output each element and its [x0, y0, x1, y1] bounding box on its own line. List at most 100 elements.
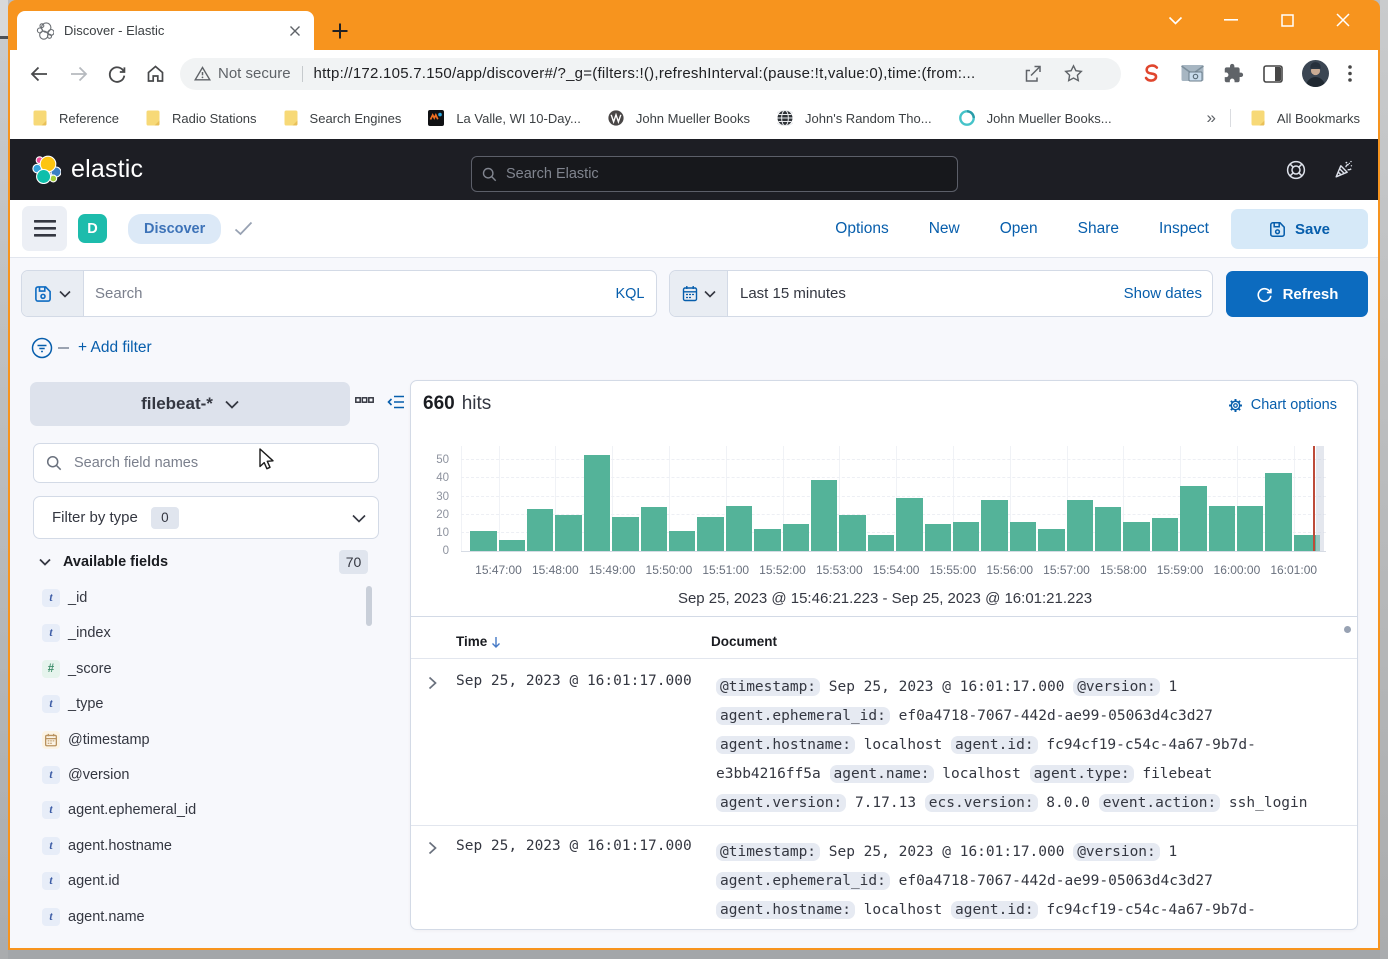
extension-mail-icon[interactable]	[1181, 64, 1204, 83]
expand-row-icon[interactable]	[428, 841, 437, 855]
home-button[interactable]	[138, 57, 172, 91]
share-icon[interactable]	[1022, 64, 1042, 84]
bookmark-item[interactable]: John Mueller Books...	[959, 110, 1112, 126]
browser-menu-icon[interactable]	[1348, 65, 1352, 82]
histogram-bar[interactable]	[470, 531, 497, 551]
expand-row-icon[interactable]	[428, 676, 437, 690]
field-item-agent.ephemeral_id[interactable]: tagent.ephemeral_id	[42, 798, 196, 822]
filter-circle-icon[interactable]	[31, 337, 53, 359]
histogram-bar[interactable]	[925, 524, 952, 551]
bookmark-item[interactable]: John's Random Tho...	[777, 110, 932, 126]
collapse-sidebar-icon[interactable]	[387, 395, 405, 409]
histogram-bar[interactable]	[612, 517, 639, 551]
discover-app-badge[interactable]: D	[78, 214, 107, 243]
histogram-bar[interactable]	[1180, 486, 1207, 551]
address-bar[interactable]: Not secure http://172.105.7.150/app/disc…	[180, 58, 1121, 90]
menu-hamburger-icon[interactable]	[22, 206, 67, 251]
field-item-_score[interactable]: #_score	[42, 657, 112, 681]
options-link[interactable]: Options	[835, 220, 888, 238]
bookmark-item[interactable]: La Valle, WI 10-Day...	[428, 110, 581, 126]
elastic-logo-icon[interactable]	[31, 155, 61, 184]
histogram-bar[interactable]	[953, 522, 980, 551]
chart-options-button[interactable]: Chart options	[1228, 397, 1337, 413]
refresh-button[interactable]: Refresh	[1226, 271, 1368, 317]
histogram-bar[interactable]	[1038, 529, 1065, 551]
histogram-bar[interactable]	[697, 517, 724, 551]
new-tab-button[interactable]	[330, 21, 350, 41]
field-search-input[interactable]: Search field names	[33, 443, 379, 483]
histogram-bar[interactable]	[1265, 473, 1292, 551]
histogram-bar[interactable]	[896, 498, 923, 551]
field-item-_id[interactable]: t_id	[42, 586, 87, 610]
date-quick-menu-button[interactable]	[670, 271, 728, 316]
histogram-bar[interactable]	[1123, 522, 1150, 551]
bookmark-item[interactable]: Radio Stations	[146, 110, 257, 126]
field-item-agent.name[interactable]: tagent.name	[42, 905, 145, 929]
new-link[interactable]: New	[929, 220, 960, 238]
table-scrollbar[interactable]	[1344, 626, 1351, 633]
histogram-bar[interactable]	[754, 529, 781, 551]
field-item-_type[interactable]: t_type	[42, 692, 103, 716]
profile-avatar[interactable]	[1302, 60, 1329, 87]
back-button[interactable]	[22, 57, 56, 91]
histogram-bar[interactable]	[839, 515, 866, 551]
help-icon[interactable]	[1286, 160, 1306, 180]
index-pattern-switcher[interactable]: filebeat-*	[30, 382, 350, 426]
tab-close-icon[interactable]	[286, 22, 304, 40]
forward-button[interactable]	[62, 57, 96, 91]
inspect-link[interactable]: Inspect	[1159, 220, 1209, 238]
histogram-bar[interactable]	[555, 515, 582, 551]
news-party-icon[interactable]	[1333, 159, 1354, 180]
browser-tab[interactable]: Discover - Elastic	[17, 11, 314, 50]
breadcrumb-discover[interactable]: Discover	[128, 214, 221, 244]
add-filter-link[interactable]: + Add filter	[78, 339, 152, 357]
bookmark-item[interactable]: John Mueller Books	[608, 110, 750, 126]
field-item-agent.id[interactable]: tagent.id	[42, 869, 120, 893]
histogram-bar[interactable]	[1209, 506, 1236, 551]
saved-query-menu-button[interactable]	[22, 271, 84, 316]
open-link[interactable]: Open	[1000, 220, 1038, 238]
bookmarks-overflow-chevron[interactable]: »	[1206, 108, 1214, 128]
global-search-input[interactable]: Search Elastic	[471, 156, 958, 192]
histogram-bar[interactable]	[1152, 518, 1179, 551]
time-range-value[interactable]: Last 15 minutes	[728, 271, 1124, 316]
bookmark-star-icon[interactable]	[1064, 64, 1083, 83]
field-item-agent.hostname[interactable]: tagent.hostname	[42, 834, 172, 858]
side-panel-icon[interactable]	[1263, 65, 1283, 83]
sidebar-scrollbar[interactable]	[366, 586, 372, 626]
window-menu-chevron-icon[interactable]	[1160, 8, 1190, 32]
save-button[interactable]: Save	[1231, 209, 1368, 249]
histogram-bar[interactable]	[1010, 522, 1037, 551]
histogram-bar[interactable]	[527, 509, 554, 551]
field-item-@version[interactable]: t@version	[42, 763, 129, 787]
extensions-puzzle-icon[interactable]	[1223, 63, 1244, 84]
histogram-bar[interactable]	[868, 535, 895, 551]
histogram-bar[interactable]	[726, 506, 753, 551]
filter-by-type-select[interactable]: Filter by type 0	[33, 496, 379, 539]
window-maximize-icon[interactable]	[1272, 8, 1302, 32]
show-dates-link[interactable]: Show dates	[1124, 271, 1212, 316]
share-link[interactable]: Share	[1078, 220, 1119, 238]
reload-button[interactable]	[100, 57, 134, 91]
query-language-button[interactable]: KQL	[604, 271, 656, 316]
histogram-bar[interactable]	[783, 524, 810, 551]
not-secure-warning-icon[interactable]	[194, 66, 211, 81]
field-item-_index[interactable]: t_index	[42, 621, 111, 645]
security-label[interactable]: Not secure	[218, 65, 291, 82]
extension-s-icon[interactable]	[1141, 63, 1162, 84]
histogram-bar[interactable]	[811, 480, 838, 551]
histogram-bar[interactable]	[981, 500, 1008, 551]
histogram-bar[interactable]	[641, 507, 668, 551]
bookmark-item[interactable]: Reference	[33, 110, 119, 126]
bookmark-item[interactable]: Search Engines	[284, 110, 402, 126]
boxes-horizontal-icon[interactable]	[355, 397, 374, 404]
query-input[interactable]: Search	[84, 271, 604, 316]
field-item-@timestamp[interactable]: @timestamp	[42, 728, 150, 752]
time-column-header[interactable]: Time	[456, 634, 501, 649]
window-minimize-icon[interactable]	[1216, 8, 1246, 32]
histogram-bar[interactable]	[584, 455, 611, 551]
histogram-bar[interactable]	[669, 531, 696, 551]
url-text[interactable]: http://172.105.7.150/app/discover#/?_g=(…	[314, 65, 1016, 82]
all-bookmarks-button[interactable]: All Bookmarks	[1251, 110, 1360, 126]
histogram-bar[interactable]	[1095, 507, 1122, 551]
